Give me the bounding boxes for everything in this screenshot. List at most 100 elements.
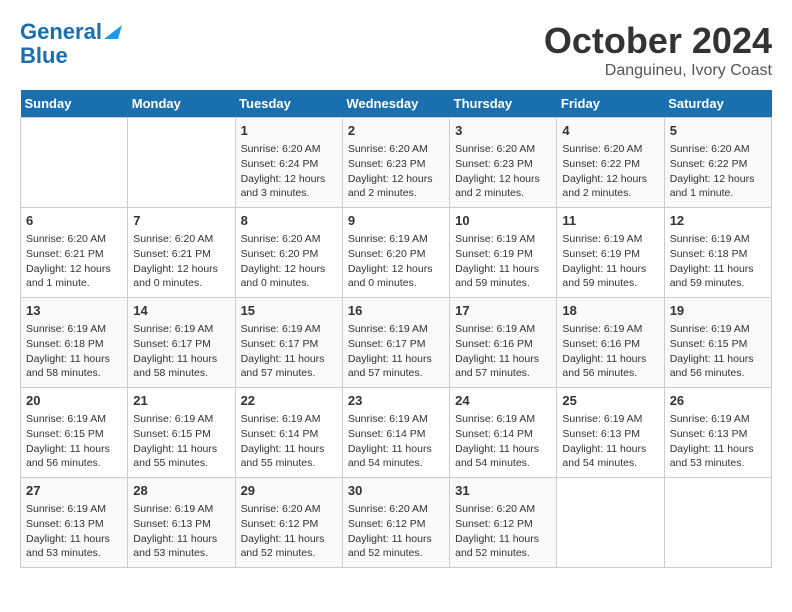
day-number: 2 [348,122,444,140]
cell-sun-data: Sunrise: 6:19 AM Sunset: 6:14 PM Dayligh… [348,412,444,471]
cell-sun-data: Sunrise: 6:20 AM Sunset: 6:12 PM Dayligh… [455,502,551,561]
cell-sun-data: Sunrise: 6:20 AM Sunset: 6:23 PM Dayligh… [455,142,551,201]
cell-sun-data: Sunrise: 6:19 AM Sunset: 6:13 PM Dayligh… [562,412,658,471]
calendar-cell [21,118,128,208]
day-number: 7 [133,212,229,230]
calendar-week-2: 6Sunrise: 6:20 AM Sunset: 6:21 PM Daylig… [21,208,772,298]
cell-sun-data: Sunrise: 6:19 AM Sunset: 6:15 PM Dayligh… [133,412,229,471]
cell-sun-data: Sunrise: 6:19 AM Sunset: 6:15 PM Dayligh… [26,412,122,471]
cell-sun-data: Sunrise: 6:19 AM Sunset: 6:20 PM Dayligh… [348,232,444,291]
day-number: 23 [348,392,444,410]
cell-sun-data: Sunrise: 6:19 AM Sunset: 6:17 PM Dayligh… [133,322,229,381]
day-number: 5 [670,122,766,140]
month-title: October 2024 [544,20,772,62]
cell-sun-data: Sunrise: 6:19 AM Sunset: 6:15 PM Dayligh… [670,322,766,381]
calendar-cell [128,118,235,208]
day-number: 20 [26,392,122,410]
calendar-cell: 26 Sunrise: 6:19 AM Sunset: 6:13 PM Dayli… [664,388,771,478]
cell-sun-data: Sunrise: 6:20 AM Sunset: 6:24 PM Dayligh… [241,142,337,201]
calendar-cell: 29Sunrise: 6:20 AM Sunset: 6:12 PM Dayli… [235,478,342,568]
calendar-cell: 19 Sunrise: 6:19 AM Sunset: 6:15 PM Dayli… [664,298,771,388]
day-number: 3 [455,122,551,140]
day-number: 25 [562,392,658,410]
cell-sun-data: Sunrise: 6:19 AM Sunset: 6:16 PM Dayligh… [455,322,551,381]
calendar-cell: 30 Sunrise: 6:20 AM Sunset: 6:12 PM Dayli… [342,478,449,568]
day-header-monday: Monday [128,90,235,118]
calendar-cell: 8 Sunrise: 6:20 AM Sunset: 6:20 PM Daylig… [235,208,342,298]
calendar-week-3: 13 Sunrise: 6:19 AM Sunset: 6:18 PM Dayli… [21,298,772,388]
day-number: 1 [241,122,337,140]
day-number: 11 [562,212,658,230]
day-header-wednesday: Wednesday [342,90,449,118]
day-number: 8 [241,212,337,230]
calendar-cell: 1 Sunrise: 6:20 AM Sunset: 6:24 PM Daylig… [235,118,342,208]
calendar-cell: 27Sunrise: 6:19 AM Sunset: 6:13 PM Dayli… [21,478,128,568]
day-header-tuesday: Tuesday [235,90,342,118]
cell-sun-data: Sunrise: 6:19 AM Sunset: 6:18 PM Dayligh… [26,322,122,381]
cell-sun-data: Sunrise: 6:20 AM Sunset: 6:21 PM Dayligh… [133,232,229,291]
calendar-cell: 22 Sunrise: 6:19 AM Sunset: 6:14 PM Dayli… [235,388,342,478]
calendar-header-row: SundayMondayTuesdayWednesdayThursdayFrid… [21,90,772,118]
day-number: 13 [26,302,122,320]
calendar-week-1: 1 Sunrise: 6:20 AM Sunset: 6:24 PM Daylig… [21,118,772,208]
day-number: 27 [26,482,122,500]
calendar-cell: 14 Sunrise: 6:19 AM Sunset: 6:17 PM Dayli… [128,298,235,388]
title-block: October 2024 Danguineu, Ivory Coast [544,20,772,80]
calendar-week-5: 27 Sunrise: 6:19 AM Sunset: 6:13 PM Dayli… [21,478,772,568]
cell-sun-data: Sunrise: 6:20 AM Sunset: 6:20 PM Dayligh… [241,232,337,291]
cell-sun-data: Sunrise: 6:19 AM Sunset: 6:19 PM Dayligh… [455,232,551,291]
page-header: General Blue October 2024 Danguineu, Ivo… [20,20,772,80]
calendar-cell: 23 Sunrise: 6:19 AM Sunset: 6:14 PM Dayli… [342,388,449,478]
calendar-cell: 7 Sunrise: 6:20 AM Sunset: 6:21 PM Daylig… [128,208,235,298]
day-number: 4 [562,122,658,140]
cell-sun-data: Sunrise: 6:20 AM Sunset: 6:22 PM Dayligh… [670,142,766,201]
calendar-cell: 6Sunrise: 6:20 AM Sunset: 6:21 PM Daylig… [21,208,128,298]
calendar-cell: 21 Sunrise: 6:19 AM Sunset: 6:15 PM Dayli… [128,388,235,478]
cell-sun-data: Sunrise: 6:20 AM Sunset: 6:12 PM Dayligh… [348,502,444,561]
cell-sun-data: Sunrise: 6:19 AM Sunset: 6:14 PM Dayligh… [241,412,337,471]
day-number: 31 [455,482,551,500]
calendar-cell: 9 Sunrise: 6:19 AM Sunset: 6:20 PM Daylig… [342,208,449,298]
location-subtitle: Danguineu, Ivory Coast [544,62,772,80]
calendar-cell: 28 Sunrise: 6:19 AM Sunset: 6:13 PM Dayli… [128,478,235,568]
day-header-friday: Friday [557,90,664,118]
calendar-cell: 31 Sunrise: 6:20 AM Sunset: 6:12 PM Dayli… [450,478,557,568]
day-number: 14 [133,302,229,320]
logo-text-blue: Blue [20,43,68,68]
day-number: 17 [455,302,551,320]
cell-sun-data: Sunrise: 6:19 AM Sunset: 6:13 PM Dayligh… [133,502,229,561]
day-number: 22 [241,392,337,410]
cell-sun-data: Sunrise: 6:19 AM Sunset: 6:13 PM Dayligh… [670,412,766,471]
calendar-cell: 25 Sunrise: 6:19 AM Sunset: 6:13 PM Dayli… [557,388,664,478]
calendar-cell [557,478,664,568]
cell-sun-data: Sunrise: 6:20 AM Sunset: 6:23 PM Dayligh… [348,142,444,201]
day-number: 9 [348,212,444,230]
day-number: 24 [455,392,551,410]
cell-sun-data: Sunrise: 6:20 AM Sunset: 6:21 PM Dayligh… [26,232,122,291]
day-number: 30 [348,482,444,500]
cell-sun-data: Sunrise: 6:19 AM Sunset: 6:19 PM Dayligh… [562,232,658,291]
calendar-cell: 11 Sunrise: 6:19 AM Sunset: 6:19 PM Dayli… [557,208,664,298]
day-number: 28 [133,482,229,500]
calendar-cell: 13 Sunrise: 6:19 AM Sunset: 6:18 PM Dayli… [21,298,128,388]
cell-sun-data: Sunrise: 6:19 AM Sunset: 6:16 PM Dayligh… [562,322,658,381]
calendar-cell: 16 Sunrise: 6:19 AM Sunset: 6:17 PM Dayli… [342,298,449,388]
cell-sun-data: Sunrise: 6:19 AM Sunset: 6:14 PM Dayligh… [455,412,551,471]
calendar-cell: 10Sunrise: 6:19 AM Sunset: 6:19 PM Dayli… [450,208,557,298]
calendar-cell: 4Sunrise: 6:20 AM Sunset: 6:22 PM Daylig… [557,118,664,208]
day-number: 26 [670,392,766,410]
calendar-cell: 12Sunrise: 6:19 AM Sunset: 6:18 PM Dayli… [664,208,771,298]
day-number: 29 [241,482,337,500]
day-number: 16 [348,302,444,320]
logo-text-general: General [20,20,102,44]
day-number: 21 [133,392,229,410]
calendar-table: SundayMondayTuesdayWednesdayThursdayFrid… [20,90,772,568]
calendar-cell: 3 Sunrise: 6:20 AM Sunset: 6:23 PM Daylig… [450,118,557,208]
day-header-thursday: Thursday [450,90,557,118]
calendar-cell: 17 Sunrise: 6:19 AM Sunset: 6:16 PM Dayli… [450,298,557,388]
day-number: 12 [670,212,766,230]
calendar-cell: 20 Sunrise: 6:19 AM Sunset: 6:15 PM Dayli… [21,388,128,478]
day-number: 19 [670,302,766,320]
calendar-cell: 15Sunrise: 6:19 AM Sunset: 6:17 PM Dayli… [235,298,342,388]
cell-sun-data: Sunrise: 6:19 AM Sunset: 6:17 PM Dayligh… [348,322,444,381]
